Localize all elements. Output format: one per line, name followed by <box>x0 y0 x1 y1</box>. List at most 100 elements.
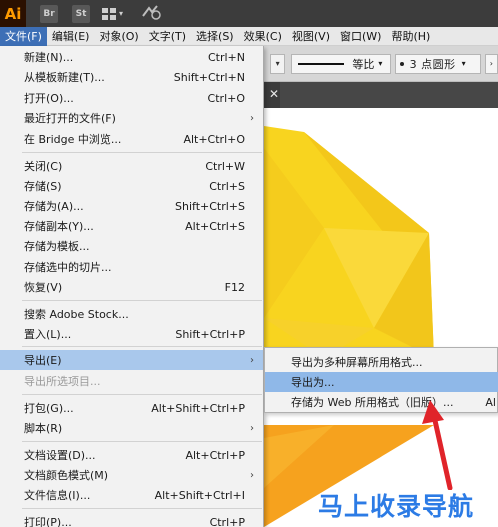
menu-item-label: 打印(P)... <box>24 516 72 527</box>
submenu-item-label: 导出为... <box>291 376 335 389</box>
menu-item-browse-in-bridge[interactable]: 在 Bridge 中浏览... Alt+Ctrl+O <box>0 129 263 149</box>
menu-item-shortcut: Ctrl+S <box>209 179 245 193</box>
menu-item-save-as[interactable]: 存储为(A)... Shift+Ctrl+S <box>0 196 263 216</box>
red-arrow-annotation <box>422 400 453 490</box>
menu-item-label: 导出所选项目... <box>24 375 101 388</box>
file-menu-dropdown: 新建(N)... Ctrl+N 从模板新建(T)... Shift+Ctrl+N 打… <box>0 46 264 527</box>
menu-help[interactable]: 帮助(H) <box>386 27 435 46</box>
menu-separator <box>22 152 262 153</box>
chevron-right-icon: › <box>250 112 254 124</box>
menu-item-shortcut: Shift+Ctrl+P <box>175 327 245 341</box>
control-bar: ▾ 等比 ▾ 3 点圆形 ▾ › <box>264 46 498 82</box>
menu-select[interactable]: 选择(S) <box>191 27 239 46</box>
menu-item-document-setup[interactable]: 文档设置(D)... Alt+Ctrl+P <box>0 445 263 465</box>
menu-item-open-recent[interactable]: 最近打开的文件(F) › <box>0 108 263 128</box>
menu-item-label: 从模板新建(T)... <box>24 71 105 84</box>
menu-item-label: 存储副本(Y)... <box>24 220 94 233</box>
variable-width-profile-select[interactable]: 等比 ▾ <box>291 53 391 74</box>
menu-item-label: 脚本(R) <box>24 422 63 435</box>
menu-window[interactable]: 窗口(W) <box>335 27 386 46</box>
menu-separator <box>22 346 262 347</box>
chevron-down-icon: ▾ <box>119 9 124 18</box>
menu-item-open[interactable]: 打开(O)... Ctrl+O <box>0 88 263 108</box>
menu-item-export[interactable]: 导出(E) › <box>0 350 263 370</box>
stroke-weight-dropdown[interactable]: ▾ <box>270 53 286 74</box>
hexagon-artwork <box>264 126 434 527</box>
menu-item-label: 打开(O)... <box>24 92 74 105</box>
submenu-item-save-for-web-legacy[interactable]: 存储为 Web 所用格式（旧版）... Al <box>265 392 498 412</box>
menu-object[interactable]: 对象(O) <box>94 27 143 46</box>
chevron-right-icon: › <box>250 354 254 366</box>
watermark-text: 马上收录导航 <box>318 492 475 521</box>
menu-item-print[interactable]: 打印(P)... Ctrl+P <box>0 512 263 527</box>
menu-view[interactable]: 视图(V) <box>287 27 335 46</box>
menu-item-shortcut: Ctrl+O <box>207 91 245 105</box>
submenu-item-export-for-screens[interactable]: 导出为多种屏幕所用格式... <box>265 352 498 372</box>
chevron-down-icon: ▾ <box>461 59 466 68</box>
brush-dot-icon <box>399 61 404 66</box>
menu-item-file-info[interactable]: 文件信息(I)... Alt+Shift+Ctrl+I <box>0 485 263 505</box>
menu-item-label: 存储选中的切片... <box>24 261 112 274</box>
document-tab[interactable] <box>280 82 498 108</box>
layout-grid-icon <box>102 7 116 20</box>
menu-item-save-copy[interactable]: 存储副本(Y)... Alt+Ctrl+S <box>0 216 263 236</box>
menu-item-shortcut: Ctrl+W <box>205 159 245 173</box>
menu-separator <box>22 394 262 395</box>
menu-bar: 文件(F) 编辑(E) 对象(O) 文字(T) 选择(S) 效果(C) 视图(V… <box>0 26 498 46</box>
menu-item-shortcut: Alt+Shift+Ctrl+I <box>154 488 245 502</box>
menu-item-save-selected-slices[interactable]: 存储选中的切片... <box>0 257 263 277</box>
arrange-documents-button[interactable]: ▾ <box>102 7 124 20</box>
menu-type[interactable]: 文字(T) <box>144 27 191 46</box>
menu-item-label: 恢复(V) <box>24 281 63 294</box>
menu-item-label: 文档设置(D)... <box>24 449 96 462</box>
menu-item-label: 打包(G)... <box>24 402 74 415</box>
menu-item-revert[interactable]: 恢复(V) F12 <box>0 277 263 297</box>
control-more-button[interactable]: › <box>484 53 498 74</box>
menu-effect[interactable]: 效果(C) <box>239 27 287 46</box>
menu-item-package[interactable]: 打包(G)... Alt+Shift+Ctrl+P <box>0 398 263 418</box>
chevron-right-icon: › <box>250 469 254 481</box>
brush-definition-select[interactable]: 3 点圆形 ▾ <box>394 53 481 74</box>
menu-item-label: 新建(N)... <box>24 51 74 64</box>
menu-item-label: 导出(E) <box>24 354 62 367</box>
menu-item-label: 存储为(A)... <box>24 200 84 213</box>
menu-file[interactable]: 文件(F) <box>0 26 47 46</box>
menu-item-shortcut: Shift+Ctrl+N <box>173 70 245 84</box>
menu-item-shortcut: Alt+Shift+Ctrl+P <box>151 401 245 415</box>
menu-item-label: 文档颜色模式(M) <box>24 469 109 482</box>
export-submenu: 导出为多种屏幕所用格式... 导出为... 存储为 Web 所用格式（旧版）..… <box>264 347 498 413</box>
menu-separator <box>22 441 262 442</box>
close-icon[interactable]: ✕ <box>269 87 279 101</box>
menu-item-shortcut: Ctrl+N <box>207 50 245 64</box>
menu-item-place[interactable]: 置入(L)... Shift+Ctrl+P <box>0 324 263 344</box>
chevron-right-icon: › <box>250 422 254 434</box>
artboard-canvas[interactable] <box>264 108 498 527</box>
menu-item-shortcut: Alt+Ctrl+S <box>185 219 245 233</box>
submenu-item-shortcut: Al <box>485 395 496 409</box>
menu-item-new[interactable]: 新建(N)... Ctrl+N <box>0 47 263 67</box>
menu-item-document-color-mode[interactable]: 文档颜色模式(M) › <box>0 465 263 485</box>
menu-item-label: 存储为模板... <box>24 240 90 253</box>
menu-separator <box>22 508 262 509</box>
document-tab-bar: ✕ <box>264 82 498 108</box>
brush-label: 3 点圆形 <box>409 57 456 71</box>
chevron-down-icon: ▾ <box>275 59 280 68</box>
menu-separator <box>22 300 262 301</box>
menu-item-label: 最近打开的文件(F) <box>24 112 116 125</box>
menu-edit[interactable]: 编辑(E) <box>47 27 95 46</box>
submenu-item-export-as[interactable]: 导出为... <box>265 372 498 392</box>
menu-item-save-as-template[interactable]: 存储为模板... <box>0 236 263 256</box>
menu-item-scripts[interactable]: 脚本(R) › <box>0 418 263 438</box>
app-bar: Ai Br St ▾ <box>0 0 498 27</box>
gpu-performance-icon[interactable] <box>141 4 161 24</box>
bridge-button[interactable]: Br <box>40 4 58 23</box>
menu-item-new-from-template[interactable]: 从模板新建(T)... Shift+Ctrl+N <box>0 67 263 87</box>
menu-item-label: 置入(L)... <box>24 328 72 341</box>
menu-item-search-adobe-stock[interactable]: 搜索 Adobe Stock... <box>0 304 263 324</box>
menu-item-save[interactable]: 存储(S) Ctrl+S <box>0 176 263 196</box>
stock-button[interactable]: St <box>72 4 90 23</box>
submenu-item-label: 导出为多种屏幕所用格式... <box>291 356 423 369</box>
menu-item-label: 存储(S) <box>24 180 62 193</box>
menu-item-close[interactable]: 关闭(C) Ctrl+W <box>0 156 263 176</box>
menu-item-label: 文件信息(I)... <box>24 489 91 502</box>
